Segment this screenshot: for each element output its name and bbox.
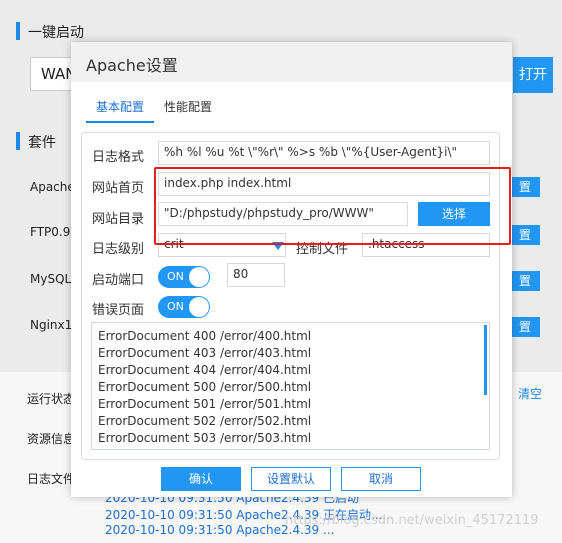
- error-documents-textarea[interactable]: ErrorDocument 400 /error/400.html ErrorD…: [91, 322, 490, 450]
- error-document-line: ErrorDocument 502 /error/502.html: [98, 414, 312, 428]
- side-label-logs[interactable]: 日志文件: [27, 470, 75, 487]
- tab-bar: 基本配置 性能配置: [86, 94, 222, 123]
- web-dir-label: 网站目录: [92, 212, 145, 227]
- clear-link[interactable]: 清空: [518, 385, 542, 402]
- error-document-line: ErrorDocument 501 /error/501.html: [98, 397, 312, 411]
- watermark: https://blog.csdn.net/weixin_45172119: [285, 513, 539, 528]
- side-label-status[interactable]: 运行状态: [27, 390, 75, 407]
- section-bar: [16, 22, 20, 40]
- error-document-line: ErrorDocument 400 /error/400.html: [98, 329, 312, 343]
- log-format-label: 日志格式: [92, 150, 145, 165]
- open-button[interactable]: 打开: [513, 57, 553, 93]
- index-label: 网站首页: [92, 181, 145, 196]
- error-document-line: ErrorDocument 500 /error/500.html: [98, 380, 312, 394]
- port-label: 启动端口: [92, 273, 145, 288]
- suite-title: 套件: [28, 135, 56, 151]
- toggle-knob: [189, 297, 209, 317]
- confirm-button[interactable]: 确认: [161, 467, 241, 491]
- suite-settings-button[interactable]: 置: [510, 271, 540, 291]
- port-toggle[interactable]: ON: [158, 266, 210, 288]
- suite-row-mysql: MySQL: [30, 272, 72, 286]
- toggle-state: ON: [167, 270, 184, 283]
- suite-row-nginx: Nginx1: [30, 318, 73, 332]
- tab-basic-config[interactable]: 基本配置: [86, 94, 155, 123]
- tab-performance-config[interactable]: 性能配置: [154, 94, 222, 123]
- error-page-label: 错误页面: [92, 303, 145, 318]
- error-document-line: ErrorDocument 503 /error/503.html: [98, 431, 312, 445]
- suite-settings-button[interactable]: 置: [510, 177, 540, 197]
- log-level-label: 日志级别: [92, 242, 145, 257]
- toggle-knob: [189, 267, 209, 287]
- port-input[interactable]: 80: [227, 263, 285, 287]
- highlight-box: [154, 167, 511, 245]
- set-default-button[interactable]: 设置默认: [251, 467, 331, 491]
- suite-row-ftp: FTP0.9.: [30, 225, 75, 239]
- suite-settings-button[interactable]: 置: [510, 317, 540, 337]
- side-label-resources[interactable]: 资源信息: [27, 430, 75, 447]
- suite-row-apache: Apache: [30, 180, 75, 194]
- toggle-state: ON: [167, 300, 184, 313]
- error-document-line: ErrorDocument 404 /error/404.html: [98, 363, 312, 377]
- section-bar: [16, 132, 20, 150]
- log-format-input[interactable]: %h %l %u %t \"%r\" %>s %b \"%{User-Agent…: [158, 141, 490, 165]
- suite-settings-button[interactable]: 置: [510, 225, 540, 245]
- dialog-title: Apache设置: [71, 42, 512, 82]
- one-click-title: 一键启动: [28, 25, 84, 41]
- error-document-line: ErrorDocument 403 /error/403.html: [98, 346, 312, 360]
- cancel-button[interactable]: 取消: [341, 467, 421, 491]
- scrollbar[interactable]: [484, 325, 487, 395]
- error-page-toggle[interactable]: ON: [158, 296, 210, 318]
